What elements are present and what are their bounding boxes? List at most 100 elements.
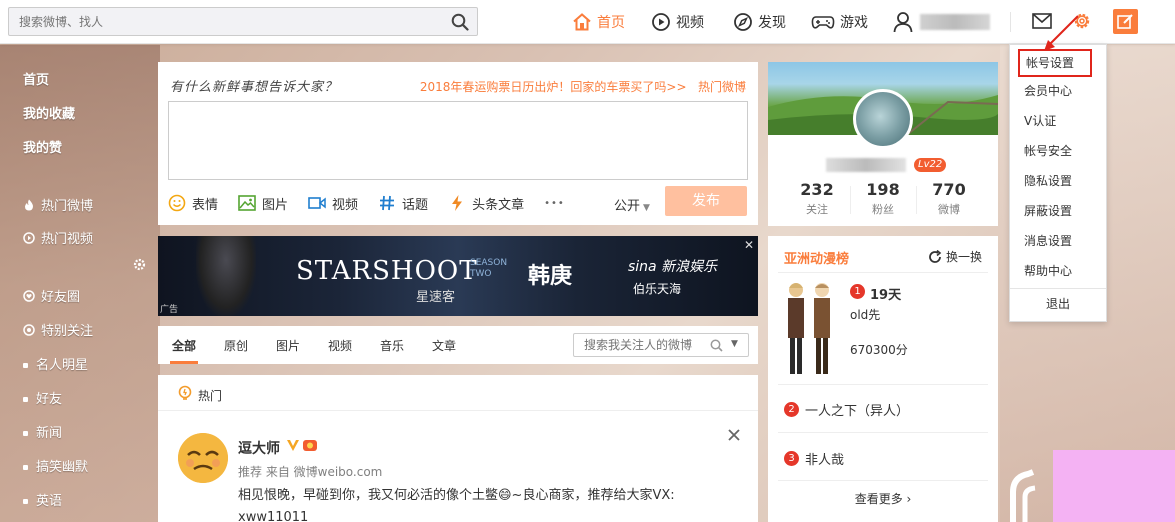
nav-games-label: 游戏 — [840, 15, 868, 31]
tool-article[interactable]: 头条文章 — [448, 194, 524, 213]
hot-weibo-link[interactable]: 热门微博 — [698, 80, 746, 94]
follow-search-input[interactable] — [574, 334, 704, 356]
menu-vip-center[interactable]: 会员中心 — [1010, 76, 1106, 106]
nav-video[interactable]: 视频 — [651, 0, 704, 44]
search-icon[interactable] — [451, 13, 469, 31]
anime-characters-image[interactable] — [778, 278, 840, 380]
gamepad-icon — [811, 16, 835, 29]
tool-label: 头条文章 — [472, 197, 525, 213]
user-icon[interactable] — [893, 11, 913, 33]
menu-message-settings[interactable]: 消息设置 — [1010, 226, 1106, 256]
stat-posts[interactable]: 770 微博 — [919, 180, 979, 217]
sidebar-item-friend-circle[interactable]: 好友圈 — [23, 286, 80, 305]
tool-image[interactable]: 图片 — [238, 194, 288, 213]
refresh-label: 换一换 — [945, 250, 982, 264]
rank-item-2[interactable]: 2 一人之下（异人） — [784, 400, 909, 419]
sidebar-item-english[interactable]: 英语 — [23, 490, 62, 509]
verified-v-icon — [287, 440, 299, 451]
profile-avatar[interactable] — [853, 89, 913, 149]
settings-dropdown: 帐号设置 会员中心 V认证 帐号安全 隐私设置 屏蔽设置 消息设置 帮助中心 退… — [1009, 44, 1107, 322]
tool-video[interactable]: 视频 — [308, 194, 358, 213]
divider — [778, 272, 988, 273]
annotation-arrow-icon — [1044, 15, 1079, 51]
anime-ranking-card: 亚洲动漫榜 换一换 1 19天 old先 670300分 2 一人之下（异人） … — [768, 236, 998, 522]
banner-person-image — [196, 236, 256, 316]
tab-original[interactable]: 原创 — [224, 337, 248, 354]
menu-logout[interactable]: 退出 — [1010, 289, 1106, 319]
stat-following[interactable]: 232 关注 — [787, 180, 847, 217]
chevron-down-icon[interactable]: ▼ — [731, 339, 738, 349]
promo-link[interactable]: 2018年春运购票日历出炉！回家的车票买了吗>> — [420, 80, 687, 94]
compose-button[interactable] — [1113, 9, 1138, 34]
stat-followers[interactable]: 198 粉丝 — [853, 180, 913, 217]
sidebar-item-label: 英语 — [36, 494, 63, 509]
sidebar-item-special-follow[interactable]: 特别关注 — [23, 320, 93, 339]
publish-textarea[interactable] — [168, 101, 748, 180]
sidebar-item-hot-video[interactable]: 热门视频 — [23, 228, 93, 247]
nav-games[interactable]: 游戏 — [811, 0, 868, 44]
sidebar-item-favorites[interactable]: 我的收藏 — [23, 103, 75, 122]
rank-title: 一人之下（异人） — [805, 404, 910, 419]
close-icon[interactable]: ✕ — [744, 238, 754, 252]
publish-toolbar: 表情 图片 视频 话题 头条文章 ••• — [168, 192, 585, 214]
rank-days: 19天 — [870, 288, 902, 303]
avatar-face-image — [178, 433, 228, 483]
nav-home[interactable]: 首页 — [572, 0, 625, 44]
nav-home-label: 首页 — [597, 15, 625, 31]
stat-label: 粉丝 — [872, 203, 894, 216]
tab-video[interactable]: 视频 — [328, 337, 352, 354]
search-input[interactable] — [9, 8, 439, 35]
tab-all[interactable]: 全部 — [172, 337, 196, 354]
send-button[interactable]: 发布 — [665, 186, 747, 216]
tab-articles[interactable]: 文章 — [432, 337, 456, 354]
menu-privacy-settings[interactable]: 隐私设置 — [1010, 166, 1106, 196]
sidebar-item-label: 新闻 — [36, 426, 63, 441]
refresh-button[interactable]: 换一换 — [928, 248, 982, 265]
divider — [916, 186, 917, 214]
rank-item-3[interactable]: 3 非人哉 — [784, 449, 844, 468]
tool-topic[interactable]: 话题 — [378, 194, 428, 213]
sidebar-item-hot-weibo[interactable]: 热门微博 — [23, 195, 93, 214]
search-icon[interactable] — [710, 339, 723, 352]
divider — [778, 432, 988, 433]
video-play-icon — [652, 13, 670, 31]
sidebar-item-friends[interactable]: 好友 — [23, 388, 62, 407]
divider — [778, 480, 988, 481]
username-redacted[interactable] — [920, 14, 990, 30]
post-username[interactable]: 逗大师 — [238, 438, 280, 458]
publish-box: 有什么新鲜事想告诉大家？ 2018年春运购票日历出炉！回家的车票买了吗>> 热门… — [158, 62, 758, 225]
sidebar-item-news[interactable]: 新闻 — [23, 422, 62, 441]
tool-label: 图片 — [262, 197, 289, 213]
pencil-icon — [1117, 14, 1133, 29]
profile-name-redacted[interactable] — [826, 158, 906, 172]
stat-number: 770 — [932, 180, 966, 199]
tab-music[interactable]: 音乐 — [380, 337, 404, 354]
sidebar-item-label: 好友圈 — [41, 290, 81, 305]
sidebar-item-humor[interactable]: 搞笑幽默 — [23, 456, 88, 475]
view-more-link[interactable]: 查看更多 › — [768, 490, 998, 507]
close-icon[interactable] — [728, 429, 740, 441]
menu-help-center[interactable]: 帮助中心 — [1010, 256, 1106, 286]
more-tools-button[interactable]: ••• — [544, 198, 565, 209]
sidebar-item-label: 搞笑幽默 — [36, 460, 89, 475]
tool-label: 话题 — [402, 197, 429, 213]
ranking-title[interactable]: 亚洲动漫榜 — [784, 248, 849, 267]
sidebar-item-celebrities[interactable]: 名人明星 — [23, 354, 88, 373]
sidebar-item-home[interactable]: 首页 — [23, 69, 49, 88]
tab-images[interactable]: 图片 — [276, 337, 300, 354]
menu-account-security[interactable]: 帐号安全 — [1010, 136, 1106, 166]
menu-v-verification[interactable]: V认证 — [1010, 106, 1106, 136]
rank-item-name[interactable]: old先 — [850, 306, 880, 323]
post-text: 相见恨晚，早碰到你，我又何必活的像个土鳖😄~良心商家，推荐给大家VX: xww1… — [238, 488, 675, 522]
ad-banner[interactable]: STARSHOOT 星速客 SEASON TWO 韩庚 sina 新浪娱乐 伯乐… — [158, 236, 758, 316]
sidebar-item-likes[interactable]: 我的赞 — [23, 137, 62, 156]
banner-brand: sina 新浪娱乐 — [628, 259, 718, 275]
menu-block-settings[interactable]: 屏蔽设置 — [1010, 196, 1106, 226]
avatar[interactable] — [178, 433, 228, 483]
level-badge[interactable]: Lv22 — [914, 158, 947, 172]
tool-emoji[interactable]: 表情 — [168, 194, 218, 213]
visibility-select[interactable]: 公开 ▼ — [614, 195, 650, 214]
banner-title-cn: 星速客 — [416, 290, 456, 305]
settings-small-icon[interactable] — [133, 258, 146, 271]
nav-discover[interactable]: 发现 — [733, 0, 786, 44]
